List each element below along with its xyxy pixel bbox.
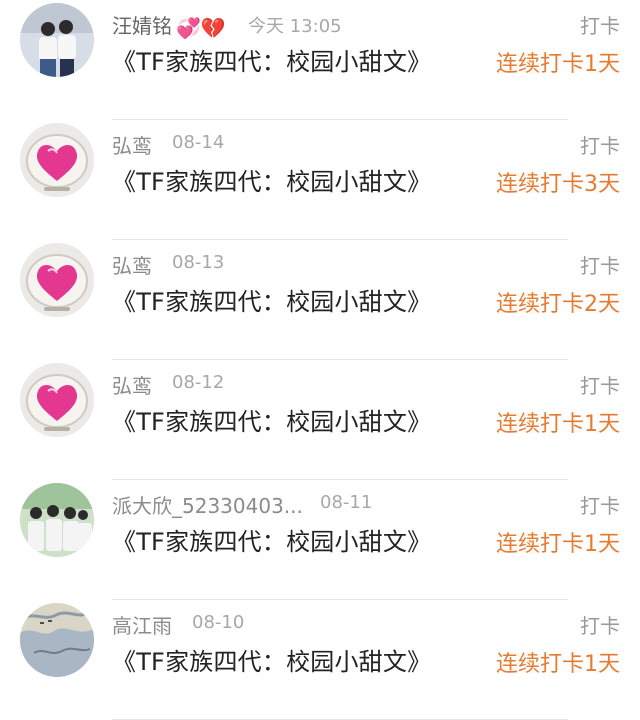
list-item[interactable]: 汪婧铭 💞💔 今天 13:05 《TF家族四代：校园小甜文》 打卡 连续打卡1天 — [0, 0, 640, 120]
checkin-date: 08-11 — [320, 492, 373, 513]
book-title[interactable]: 《TF家族四代：校园小甜文》 — [112, 402, 431, 437]
checkin-date: 08-10 — [192, 612, 245, 633]
map-art-icon — [20, 603, 94, 677]
book-title[interactable]: 《TF家族四代：校园小甜文》 — [112, 162, 431, 197]
streak-label: 连续打卡1天 — [496, 52, 620, 77]
heart-badge-icon: 💞💔 — [176, 15, 226, 40]
streak-label: 连续打卡1天 — [496, 412, 620, 437]
avatar[interactable] — [20, 243, 94, 317]
checkin-label: 打卡 — [580, 134, 620, 158]
avatar[interactable] — [20, 123, 94, 197]
user-name[interactable]: 弘鸾 — [112, 370, 152, 399]
book-title[interactable]: 《TF家族四代：校园小甜文》 — [112, 42, 431, 77]
checkin-label: 打卡 — [580, 374, 620, 398]
book-title[interactable]: 《TF家族四代：校园小甜文》 — [112, 282, 431, 317]
user-name[interactable]: 弘鸾 — [112, 250, 152, 279]
user-name[interactable]: 弘鸾 — [112, 130, 152, 159]
list-item[interactable]: 弘鸾 08-14 《TF家族四代：校园小甜文》 打卡 连续打卡3天 — [0, 120, 640, 240]
user-name[interactable]: 汪婧铭 💞💔 — [112, 10, 226, 40]
checkin-label: 打卡 — [580, 14, 620, 38]
avatar[interactable] — [20, 363, 94, 437]
avatar[interactable] — [20, 603, 94, 677]
pink-heart-icon — [20, 243, 94, 317]
avatar[interactable] — [20, 483, 94, 557]
group-photo-icon — [20, 483, 94, 557]
checkin-time: 今天 13:05 — [248, 16, 342, 37]
book-title[interactable]: 《TF家族四代：校园小甜文》 — [112, 522, 431, 557]
checkin-date: 08-14 — [172, 132, 225, 153]
pink-heart-icon — [20, 363, 94, 437]
book-title[interactable]: 《TF家族四代：校园小甜文》 — [112, 642, 431, 677]
avatar[interactable] — [20, 3, 94, 77]
streak-label: 连续打卡3天 — [496, 172, 620, 197]
user-name[interactable]: 高江雨 — [112, 610, 172, 639]
list-item[interactable]: 弘鸾 08-12 《TF家族四代：校园小甜文》 打卡 连续打卡1天 — [0, 360, 640, 480]
streak-label: 连续打卡2天 — [496, 292, 620, 317]
pink-heart-icon — [20, 123, 94, 197]
checkin-date: 08-12 — [172, 372, 225, 393]
couple-photo-icon — [20, 3, 94, 77]
list-item[interactable]: 派大欣_52330403... 08-11 《TF家族四代：校园小甜文》 打卡 … — [0, 480, 640, 600]
user-name[interactable]: 派大欣_52330403... — [112, 490, 303, 519]
list-item[interactable]: 高江雨 08-10 《TF家族四代：校园小甜文》 打卡 连续打卡1天 — [0, 600, 640, 720]
streak-label: 连续打卡1天 — [496, 532, 620, 557]
checkin-list: 汪婧铭 💞💔 今天 13:05 《TF家族四代：校园小甜文》 打卡 连续打卡1天 … — [0, 0, 640, 720]
checkin-label: 打卡 — [580, 254, 620, 278]
streak-label: 连续打卡1天 — [496, 652, 620, 677]
list-item[interactable]: 弘鸾 08-13 《TF家族四代：校园小甜文》 打卡 连续打卡2天 — [0, 240, 640, 360]
checkin-date: 08-13 — [172, 252, 225, 273]
checkin-label: 打卡 — [580, 614, 620, 638]
checkin-label: 打卡 — [580, 494, 620, 518]
